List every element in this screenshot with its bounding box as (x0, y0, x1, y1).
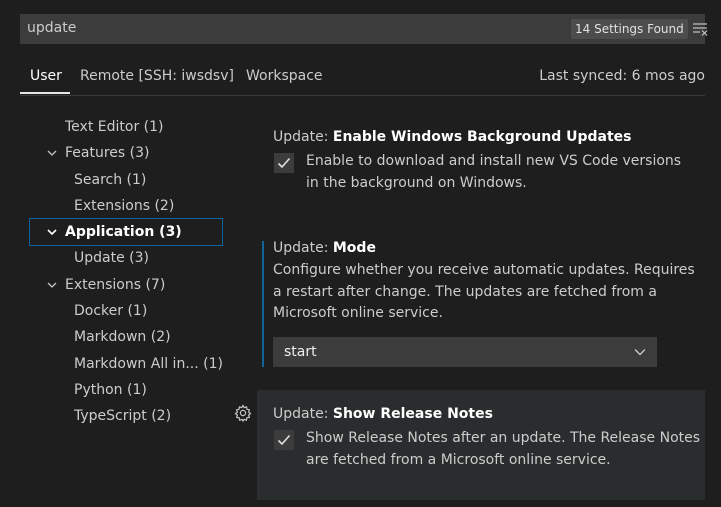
setting-title: Update: Show Release Notes (273, 406, 703, 422)
setting-category: Update: (273, 240, 333, 256)
toc-item-markdown[interactable]: Markdown (2) (30, 324, 222, 350)
description-line: are fetched from a Microsoft online serv… (306, 451, 611, 468)
mode-description: Configure whether you receive automatic … (273, 260, 703, 325)
chevron-down-icon (634, 349, 646, 356)
gear-icon[interactable] (234, 404, 252, 423)
toc-item-update[interactable]: Update (3) (30, 245, 222, 271)
setting-name: Show Release Notes (332, 406, 493, 422)
toc-item-label: Text Editor (1) (65, 119, 164, 135)
toc-item-label: Features (3) (65, 145, 150, 162)
results-count-badge: 14 Settings Found (571, 19, 688, 39)
check-icon (277, 434, 291, 446)
tab-workspace[interactable]: Workspace (246, 68, 323, 84)
description-line: Enable to download and install new VS Co… (306, 153, 682, 169)
toc-item-docker[interactable]: Docker (1) (30, 298, 222, 324)
setting-name: Mode (332, 240, 376, 256)
chevron-down-icon[interactable] (47, 149, 57, 157)
setting-background-updates: Update: Enable Windows Background Update… (273, 129, 703, 145)
description-line: Show Release Notes after an update. The … (306, 430, 701, 446)
tab-remote[interactable]: Remote [SSH: iwsdsv] (80, 68, 234, 84)
last-synced-label: Last synced: 6 mos ago (539, 68, 705, 84)
toc-item-application[interactable]: Application (3) (29, 218, 223, 247)
toc-item-label: Docker (1) (74, 303, 148, 320)
focused-setting-indicator (262, 241, 264, 367)
toc-item-label: Extensions (2) (74, 197, 175, 214)
tab-user[interactable]: User (30, 68, 62, 84)
toc-item-extensions-features[interactable]: Extensions (2) (30, 193, 222, 219)
settings-toc: Text Editor (1) Features (3) Search (1) … (29, 114, 223, 430)
description-line: Microsoft online service. (273, 305, 443, 321)
setting-category: Update: (273, 129, 333, 145)
description-line: in the background on Windows. (306, 174, 527, 191)
setting-name: Enable Windows Background Updates (332, 129, 632, 145)
settings-scope-tabs: User Remote [SSH: iwsdsv] Workspace Last… (20, 60, 705, 96)
search-input-value[interactable]: update (27, 20, 76, 36)
background-updates-checkbox[interactable] (274, 153, 294, 173)
setting-category: Update: (273, 406, 333, 422)
toc-item-markdown-all-in-one[interactable]: Markdown All in... (1) (30, 351, 223, 377)
release-notes-checkbox[interactable] (274, 430, 294, 450)
toc-item-extensions[interactable]: Extensions (7) (30, 272, 222, 298)
release-notes-description: Show Release Notes after an update. The … (306, 428, 700, 471)
toc-item-label: Python (1) (74, 381, 147, 398)
mode-select-value: start (284, 344, 317, 360)
active-tab-indicator (20, 92, 70, 94)
check-icon (277, 157, 291, 169)
description-line: a restart after change. The updates are … (273, 283, 657, 300)
toc-item-label: Markdown (2) (74, 329, 171, 346)
toc-item-label: Update (3) (74, 250, 149, 267)
description-line: Configure whether you receive automatic … (273, 262, 695, 278)
toc-item-label: TypeScript (2) (74, 408, 172, 425)
toc-item-label: Extensions (7) (65, 276, 166, 293)
mode-select[interactable]: start (273, 337, 657, 367)
toc-item-search[interactable]: Search (1) (30, 167, 222, 193)
setting-title: Update: Enable Windows Background Update… (273, 129, 703, 145)
toc-item-typescript[interactable]: TypeScript (2) (30, 403, 222, 429)
toc-item-python[interactable]: Python (1) (30, 377, 222, 403)
settings-search-input[interactable]: update 14 Settings Found (20, 14, 708, 44)
setting-release-notes: Update: Show Release Notes (273, 406, 703, 422)
clear-all-icon[interactable] (692, 21, 710, 37)
chevron-down-icon[interactable] (47, 228, 57, 236)
toc-item-text-editor[interactable]: Text Editor (1) (30, 114, 222, 140)
toc-item-features[interactable]: Features (3) (30, 140, 222, 166)
toc-item-label: Application (3) (65, 224, 182, 241)
background-updates-description: Enable to download and install new VS Co… (306, 151, 681, 194)
toc-item-label: Markdown All in... (1) (74, 355, 223, 372)
chevron-down-icon[interactable] (47, 281, 57, 289)
setting-title: Update: Mode (273, 240, 703, 256)
setting-mode: Update: Mode Configure whether you recei… (273, 240, 703, 325)
toc-item-label: Search (1) (74, 171, 147, 188)
